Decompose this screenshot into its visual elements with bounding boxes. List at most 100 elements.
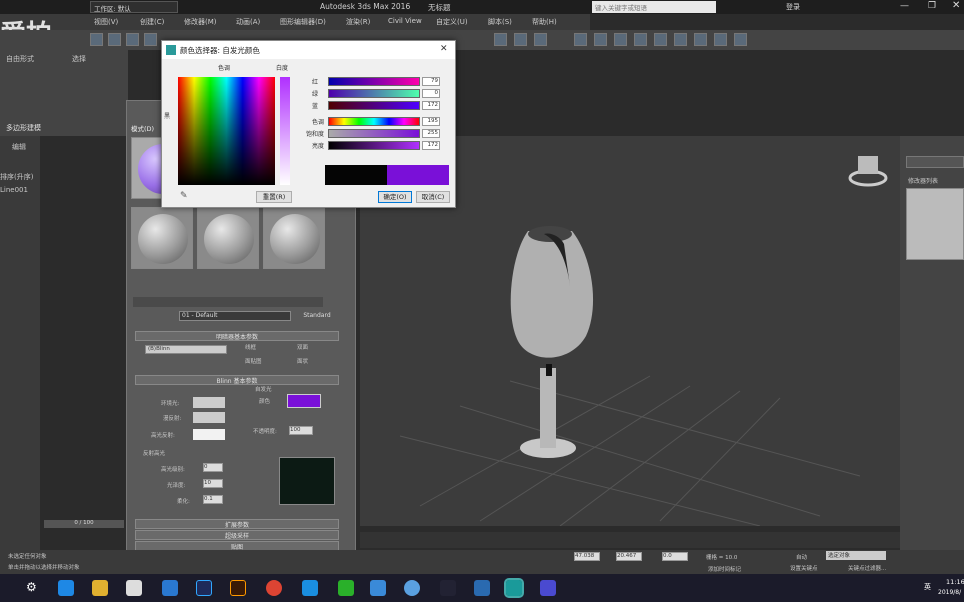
time-slider[interactable]: 0 / 100 [44, 520, 124, 528]
curve-editor-icon[interactable] [574, 33, 587, 46]
menu-scripting[interactable]: 脚本(S) [488, 17, 512, 27]
modifier-stack[interactable] [906, 188, 964, 260]
key-filter-dropdown[interactable]: 选定对象 [826, 551, 886, 560]
select-region-icon[interactable] [108, 33, 121, 46]
menu-help[interactable]: 帮助(H) [532, 17, 557, 27]
whiteness-bar[interactable] [280, 77, 290, 185]
red-value[interactable]: 79 [422, 77, 440, 86]
folder-icon[interactable] [92, 580, 108, 596]
blue-value[interactable]: 172 [422, 101, 440, 110]
eyedropper-icon[interactable]: ✎ [180, 191, 188, 201]
opacity-input[interactable]: 100 [289, 426, 313, 435]
ambient-swatch[interactable] [193, 397, 225, 408]
list-item[interactable]: Line001 [0, 186, 28, 194]
move-icon[interactable] [144, 33, 157, 46]
faceted-check[interactable]: 面状 [297, 357, 308, 365]
key-filters-button[interactable]: 关键点过滤器... [848, 564, 886, 572]
hue-field[interactable] [178, 77, 275, 185]
rollout-supersampling[interactable]: 超级采样 [135, 530, 339, 540]
restore-icon[interactable]: ❐ [928, 1, 936, 11]
close-icon[interactable]: ✕ [952, 0, 960, 11]
rollout-blinn-header[interactable]: Blinn 基本参数 [135, 375, 339, 385]
timeline-ruler[interactable] [360, 532, 900, 548]
tab-selection[interactable]: 选择 [72, 54, 86, 64]
cancel-button[interactable]: 取消(C) [416, 191, 450, 203]
x-coord[interactable]: 47.038 [574, 552, 600, 561]
hue-slider[interactable] [328, 117, 420, 126]
menu-modifiers[interactable]: 修改器(M) [184, 17, 217, 27]
a360-icon[interactable] [734, 33, 747, 46]
render-setup-icon[interactable] [634, 33, 647, 46]
green-slider[interactable] [328, 89, 420, 98]
select-icon[interactable] [90, 33, 103, 46]
modifier-list[interactable]: 修改器列表 [908, 176, 938, 185]
soften-input[interactable]: 0.1 [203, 495, 223, 504]
two-sided-check[interactable]: 双面 [297, 343, 308, 351]
illustrator-icon[interactable] [230, 580, 246, 596]
object-name-field[interactable] [906, 156, 964, 168]
saturation-slider[interactable] [328, 129, 420, 138]
render-frame-icon[interactable] [654, 33, 667, 46]
material-mode-menu[interactable]: 模式(D) [131, 123, 154, 133]
align-icon[interactable] [514, 33, 527, 46]
photoshop-icon[interactable] [196, 580, 212, 596]
ai-app-icon[interactable] [540, 580, 556, 596]
minimize-icon[interactable]: — [900, 1, 909, 11]
schematic-icon[interactable] [594, 33, 607, 46]
window-crossing-icon[interactable] [126, 33, 139, 46]
mail-icon[interactable] [126, 580, 142, 596]
dialog-close-icon[interactable]: ✕ [440, 44, 448, 54]
self-illum-swatch[interactable] [287, 394, 321, 408]
blue-slider[interactable] [328, 101, 420, 110]
chrome-icon[interactable] [266, 580, 282, 596]
render-iterative-icon[interactable] [694, 33, 707, 46]
wire-check[interactable]: 线框 [245, 343, 256, 351]
file-app-icon[interactable] [474, 580, 490, 596]
hue-value[interactable]: 195 [422, 117, 440, 126]
rollout-shader-header[interactable]: 明暗器基本参数 [135, 331, 339, 341]
tab-freeform[interactable]: 自由形式 [6, 54, 34, 64]
ok-button[interactable]: 确定(O) [378, 191, 412, 203]
settings-icon[interactable]: ⚙ [26, 580, 37, 594]
value-value[interactable]: 172 [422, 141, 440, 150]
render-active-icon[interactable] [714, 33, 727, 46]
qq-icon[interactable] [370, 580, 386, 596]
star-app-icon[interactable] [302, 580, 318, 596]
material-slot-3[interactable] [197, 207, 259, 269]
saturation-value[interactable]: 255 [422, 129, 440, 138]
material-name-field[interactable]: 01 - Default [179, 311, 291, 321]
red-slider[interactable] [328, 77, 420, 86]
rollout-extended[interactable]: 扩展参数 [135, 519, 339, 529]
menu-graph-editors[interactable]: 图形编辑器(D) [280, 17, 326, 27]
wechat-icon[interactable] [338, 580, 354, 596]
material-type-button[interactable]: Standard [297, 312, 337, 319]
search-input[interactable]: 键入关键字或短语 [592, 1, 716, 13]
layer-icon[interactable] [534, 33, 547, 46]
green-value[interactable]: 0 [422, 89, 440, 98]
reset-button[interactable]: 重置(R) [256, 191, 292, 203]
add-time-tag[interactable]: 添加时间标记 [708, 565, 741, 573]
spec-level-input[interactable]: 0 [203, 463, 223, 472]
mirror-icon[interactable] [494, 33, 507, 46]
set-key[interactable]: 设置关键点 [790, 564, 818, 572]
diffuse-swatch[interactable] [193, 412, 225, 423]
workspace-dropdown[interactable]: 工作区: 默认 [90, 1, 178, 13]
3dsmax-icon[interactable] [504, 578, 524, 598]
value-slider[interactable] [328, 141, 420, 150]
edge-icon[interactable] [58, 580, 74, 596]
render-icon[interactable] [674, 33, 687, 46]
login-button[interactable]: 登录 [786, 2, 800, 12]
app-icon-blue[interactable] [162, 580, 178, 596]
specular-swatch[interactable] [193, 429, 225, 440]
menu-animation[interactable]: 动画(A) [236, 17, 260, 27]
face-map-check[interactable]: 面贴图 [245, 357, 262, 365]
menu-rendering[interactable]: 渲染(R) [346, 17, 370, 27]
material-slot-4[interactable] [263, 207, 325, 269]
material-editor-icon[interactable] [614, 33, 627, 46]
ime-indicator[interactable]: 英 [924, 582, 931, 592]
sort-label[interactable]: 排序(升序) [0, 172, 33, 182]
cloud-icon[interactable] [404, 580, 420, 596]
menu-view[interactable]: 视图(V) [94, 17, 118, 27]
menu-civil-view[interactable]: Civil View [388, 17, 422, 25]
shader-dropdown[interactable]: (B)Blinn [145, 345, 227, 354]
